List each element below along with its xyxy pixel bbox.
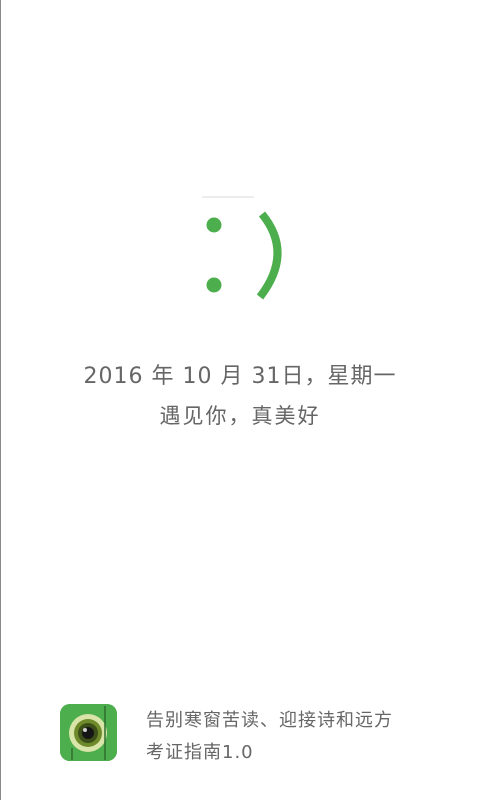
greeting-text: 遇见你，真美好	[159, 404, 321, 428]
smiley-face-icon	[190, 196, 300, 306]
app-name: 考证指南1.0	[146, 742, 254, 763]
date-text: 2016 年 10 月 31日，星期一	[83, 364, 397, 389]
app-slogan: 告别寒窗苦读、迎接诗和远方	[146, 710, 393, 731]
camera-eye-icon	[60, 704, 117, 761]
